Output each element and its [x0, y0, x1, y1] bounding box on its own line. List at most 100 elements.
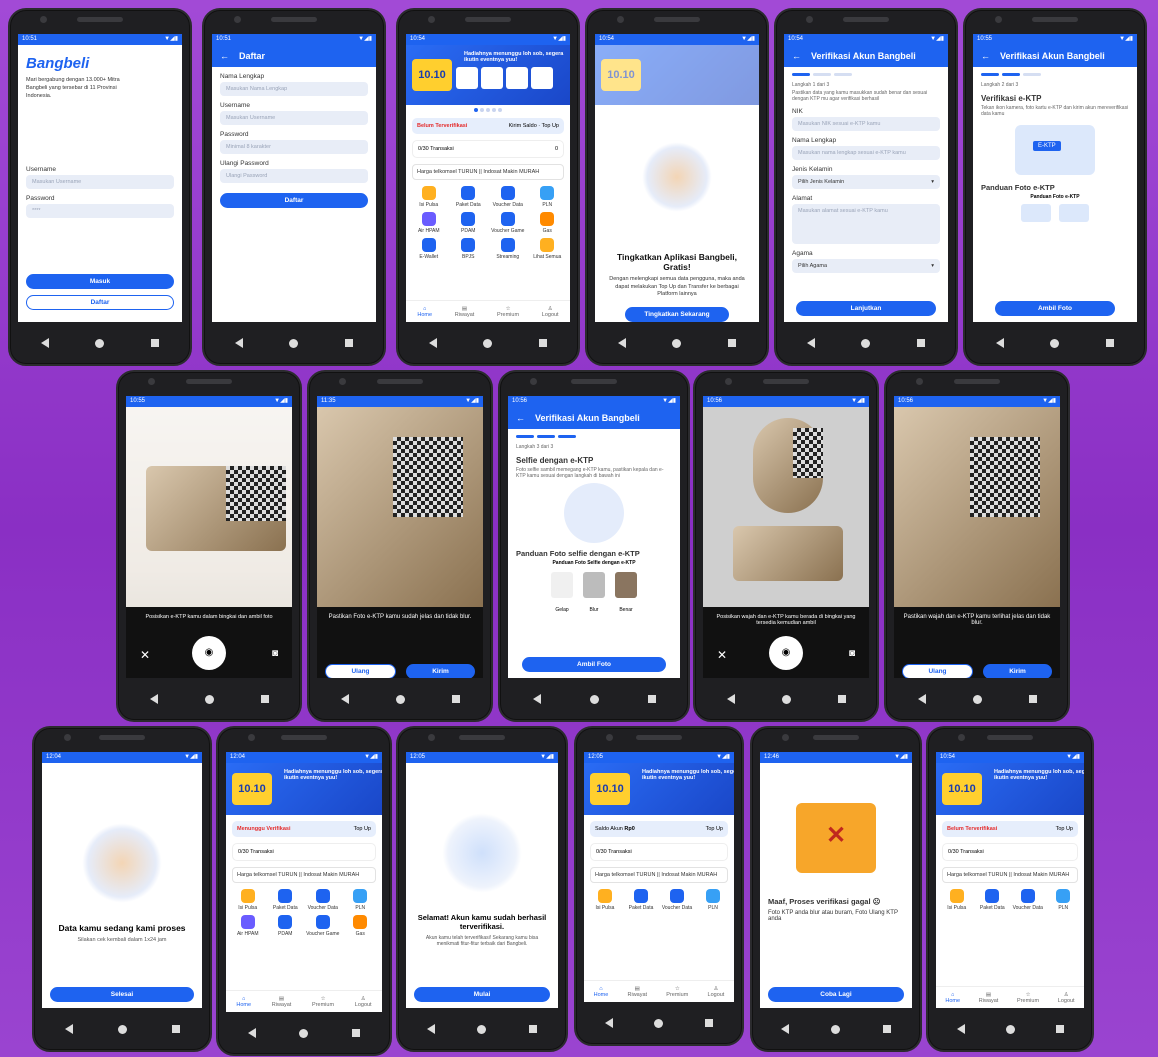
recents-icon[interactable] — [1028, 695, 1037, 703]
status-badge[interactable]: Belum Terverifikasi — [417, 123, 467, 129]
tab-riwayat[interactable]: ▤ Riwayat — [628, 986, 648, 998]
recents-icon[interactable] — [1055, 1025, 1064, 1033]
back-icon[interactable] — [996, 338, 1005, 348]
menu-pln[interactable]: PLN — [529, 186, 567, 208]
back-icon[interactable] — [429, 338, 438, 348]
menu-paket-data[interactable]: Paket Data — [450, 186, 488, 208]
home-icon[interactable] — [204, 694, 214, 704]
close-icon[interactable]: ✕ — [717, 648, 727, 662]
menu-paket-data[interactable]: Paket Data — [624, 889, 658, 911]
back-icon[interactable] — [726, 694, 735, 704]
username-input[interactable]: Masukan Username — [220, 111, 368, 125]
menu-air-hpam[interactable]: Air HPAM — [410, 212, 448, 234]
menu-pdam[interactable]: PDAM — [268, 915, 304, 937]
shutter-button[interactable]: ◉ — [769, 636, 803, 670]
menu-voucher-data[interactable]: Voucher Data — [1011, 889, 1045, 911]
name-input[interactable]: Masukan Nama Lengkap — [220, 82, 368, 96]
tab-riwayat[interactable]: ▤ Riwayat — [455, 306, 475, 318]
retake-button[interactable]: Ulang — [902, 664, 973, 678]
recents-icon[interactable] — [538, 339, 547, 347]
menu-lihat-semua[interactable]: Lihat Semua — [529, 238, 567, 260]
menu-voucher-data[interactable]: Voucher Data — [489, 186, 527, 208]
register-submit-button[interactable]: Daftar — [220, 193, 368, 208]
status-badge[interactable]: Menunggu Verifikasi — [237, 826, 290, 832]
menu-pln[interactable]: PLN — [696, 889, 730, 911]
password-input[interactable]: **** — [26, 204, 174, 218]
menu-isi-pulsa[interactable]: Isi Pulsa — [588, 889, 622, 911]
tab-logout[interactable]: ♙ Logout — [1058, 992, 1075, 1004]
recents-icon[interactable] — [705, 1019, 714, 1027]
home-icon[interactable] — [654, 1018, 664, 1028]
recents-icon[interactable] — [647, 695, 656, 703]
menu-isi-pulsa[interactable]: Isi Pulsa — [230, 889, 266, 911]
switch-camera-icon[interactable]: ◙ — [272, 648, 278, 659]
back-arrow-icon[interactable]: ← — [220, 45, 229, 67]
home-icon[interactable] — [483, 338, 493, 348]
home-icon[interactable] — [589, 694, 599, 704]
repeat-password-input[interactable]: Ulangi Password — [220, 169, 368, 183]
topup-button[interactable]: Top Up — [542, 123, 559, 129]
switch-camera-icon[interactable]: ◙ — [849, 648, 855, 659]
back-icon[interactable] — [917, 694, 926, 704]
menu-air-hpam[interactable]: Air HPAM — [230, 915, 266, 937]
shutter-button[interactable]: ◉ — [192, 636, 226, 670]
home-icon[interactable] — [861, 338, 871, 348]
back-arrow-icon[interactable]: ← — [792, 45, 801, 67]
done-button[interactable]: Selesai — [50, 987, 194, 1002]
back-icon[interactable] — [235, 338, 244, 348]
menu-voucher-data[interactable]: Voucher Data — [660, 889, 694, 911]
recents-icon[interactable] — [352, 1029, 361, 1037]
back-icon[interactable] — [618, 338, 627, 348]
start-button[interactable]: Mulai — [414, 987, 550, 1002]
send-button[interactable]: Kirim — [406, 664, 475, 678]
back-icon[interactable] — [41, 338, 50, 348]
tab-premium[interactable]: ☆ Premium — [497, 306, 519, 318]
menu-isi-pulsa[interactable]: Isi Pulsa — [410, 186, 448, 208]
back-icon[interactable] — [781, 1024, 790, 1034]
back-icon[interactable] — [64, 1024, 73, 1034]
username-input[interactable]: Masukan Username — [26, 175, 174, 189]
menu-voucher-data[interactable]: Voucher Data — [305, 889, 341, 911]
recents-icon[interactable] — [260, 695, 269, 703]
home-icon[interactable] — [477, 1024, 487, 1034]
recents-icon[interactable] — [451, 695, 460, 703]
back-icon[interactable] — [532, 694, 541, 704]
promo-banner[interactable]: Hadiahnya menunggu loh sob, segera ikuti… — [406, 45, 570, 105]
fullname-input[interactable]: Masukan nama lengkap sesuai e-KTP kamu — [792, 146, 940, 160]
tab-riwayat[interactable]: ▤ Riwayat — [272, 996, 292, 1008]
home-icon[interactable] — [1005, 1024, 1015, 1034]
recents-icon[interactable] — [916, 339, 925, 347]
menu-gas[interactable]: Gas — [343, 915, 379, 937]
home-icon[interactable] — [1050, 338, 1060, 348]
menu-isi-pulsa[interactable]: Isi Pulsa — [940, 889, 974, 911]
topup-button[interactable]: Top Up — [706, 826, 723, 832]
topup-button[interactable]: Top Up — [354, 826, 371, 832]
home-icon[interactable] — [289, 338, 299, 348]
religion-select[interactable]: Pilih Agama ▾ — [792, 259, 940, 273]
tab-riwayat[interactable]: ▤ Riwayat — [979, 992, 999, 1004]
menu-voucher-game[interactable]: Voucher Game — [489, 212, 527, 234]
tab-premium[interactable]: ☆ Premium — [312, 996, 334, 1008]
menu-paket-data[interactable]: Paket Data — [268, 889, 304, 911]
tab-home[interactable]: ⌂ Home — [236, 996, 251, 1008]
nik-input[interactable]: Masukan NIK sesuai e-KTP kamu — [792, 117, 940, 131]
send-button[interactable]: Kirim — [983, 664, 1052, 678]
topup-button[interactable]: Top Up — [1056, 826, 1073, 832]
menu-paket-data[interactable]: Paket Data — [976, 889, 1010, 911]
tab-home[interactable]: ⌂ Home — [594, 986, 609, 998]
home-icon[interactable] — [672, 338, 682, 348]
home-icon[interactable] — [299, 1028, 309, 1038]
home-icon[interactable] — [395, 694, 405, 704]
take-photo-button[interactable]: Ambil Foto — [522, 657, 666, 672]
retry-button[interactable]: Coba Lagi — [768, 987, 904, 1002]
continue-button[interactable]: Lanjutkan — [796, 301, 936, 316]
tab-home[interactable]: ⌂ Home — [417, 306, 432, 318]
tab-logout[interactable]: ♙ Logout — [542, 306, 559, 318]
retake-button[interactable]: Ulang — [325, 664, 396, 678]
back-icon[interactable] — [807, 338, 816, 348]
upgrade-now-button[interactable]: Tingkatkan Sekarang — [625, 306, 729, 322]
menu-gas[interactable]: Gas — [529, 212, 567, 234]
status-badge[interactable]: Belum Terverifikasi — [947, 826, 997, 832]
back-icon[interactable] — [247, 1028, 256, 1038]
recents-icon[interactable] — [1105, 339, 1114, 347]
